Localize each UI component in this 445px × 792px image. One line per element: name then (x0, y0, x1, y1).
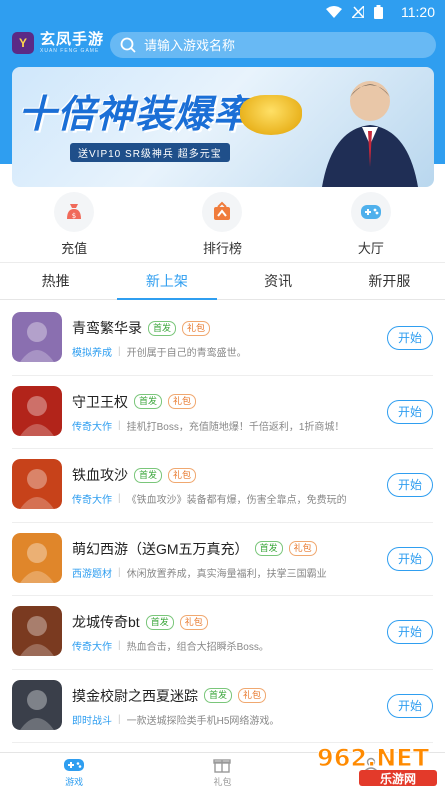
game-genre: 传奇大作 (72, 495, 112, 506)
game-name: 铁血攻沙 (72, 467, 128, 483)
start-button[interactable]: 开始 (387, 473, 433, 497)
first-release-tag: 首发 (148, 320, 177, 336)
game-icon (12, 606, 62, 656)
gift-pack-tag: 礼包 (179, 614, 208, 630)
game-description: 一款送城探险类手机H5网络游戏。 (126, 715, 280, 727)
first-release-tag: 首发 (134, 467, 163, 483)
tab-hot[interactable]: 热推 (0, 263, 111, 299)
tab-new-server[interactable]: 新开服 (334, 263, 445, 299)
status-icons (326, 5, 383, 19)
game-list-item[interactable]: 摸金校尉之西夏迷踪 首发 礼包即时战斗 | 一款送城探险类手机H5网络游戏。 开始 (12, 670, 433, 743)
search-input[interactable] (144, 37, 424, 53)
gift-pack-tag: 礼包 (168, 467, 197, 483)
brand-name: 玄凤手游 (40, 31, 105, 48)
nav-gifts[interactable]: 礼包 (148, 753, 296, 792)
quick-item-lobby[interactable]: 大厅 (297, 190, 445, 260)
quick-item-recharge[interactable]: $ 充值 (0, 190, 148, 260)
wifi-icon (326, 6, 342, 18)
game-genre: 传奇大作 (72, 421, 112, 433)
game-icon (12, 312, 62, 362)
site-watermark-logo: 962.NET 乐游网 (317, 744, 437, 786)
svg-text:$: $ (72, 212, 76, 220)
search-bar[interactable] (110, 32, 436, 58)
game-genre: 传奇大作 (72, 642, 112, 653)
game-list-item[interactable]: 铁血攻沙 首发 礼包传奇大作 | 《铁血攻沙》装备都有爆，伤害全靠点，免费玩的 开始 (12, 449, 433, 523)
game-name: 萌幻西游（送GM五万真充） (72, 540, 249, 557)
game-list-item[interactable]: 青鸾繁华录 首发 礼包模拟养成 | 开创属于自己的青鸾盛世。 开始 (12, 302, 433, 376)
ranking-icon (202, 192, 243, 232)
gamepad-icon (64, 759, 85, 771)
spokesperson-image (322, 81, 418, 187)
gamepad-icon (350, 192, 391, 232)
game-list-item[interactable]: 萌幻西游（送GM五万真充） 首发 礼包西游题材 | 休闲放置养成，真实海量福利，扶掌三国… (12, 523, 433, 596)
no-signal-icon (352, 6, 364, 18)
start-button[interactable]: 开始 (387, 620, 433, 644)
meta-divider: | (118, 346, 121, 357)
meta-divider: | (118, 713, 121, 725)
nav-games[interactable]: 游戏 (0, 753, 148, 792)
tab-new[interactable]: 新上架 (111, 263, 222, 300)
first-release-tag: 首发 (134, 394, 163, 409)
game-name: 摸金校尉之西夏迷踪 (72, 687, 198, 704)
battery-icon (374, 5, 383, 19)
start-button[interactable]: 开始 (387, 546, 433, 571)
category-tabs: 热推 新上架 资讯 新开服 (0, 262, 445, 300)
quick-label: 排行榜 (202, 241, 242, 256)
game-genre: 西游题材 (72, 568, 112, 580)
promo-banner[interactable]: 十倍神装爆率 送VIP10 SR级神兵 超多元宝 (12, 67, 434, 187)
game-icon (12, 385, 62, 436)
banner-title: 十倍神装爆率 (18, 91, 253, 136)
game-description: 热血合击，组合大招瞬杀Boss。 (126, 642, 269, 653)
meta-divider: | (118, 493, 121, 504)
game-list-item[interactable]: 守卫王权 首发 礼包传奇大作 | 挂机打Boss，充值随地爆！千倍返利，1折商城！ 开始 (12, 376, 433, 449)
quick-label: 大厅 (357, 241, 384, 256)
app-logo-icon: Y (12, 32, 34, 54)
watermark-subtext: 乐游网 (380, 771, 416, 786)
start-button[interactable]: 开始 (387, 326, 433, 350)
gift-pack-tag: 礼包 (168, 394, 197, 409)
game-description: 休闲放置养成，真实海量福利，扶掌三国霸业 (126, 568, 327, 580)
gift-pack-tag: 礼包 (182, 320, 211, 336)
gift-pack-tag: 礼包 (238, 688, 267, 703)
meta-divider: | (118, 640, 121, 651)
game-icon (12, 459, 62, 509)
start-button[interactable]: 开始 (387, 399, 433, 424)
game-genre: 模拟养成 (72, 348, 112, 359)
game-name: 青鸾繁华录 (72, 320, 142, 336)
game-description: 挂机打Boss，充值随地爆！千倍返利，1折商城！ (126, 421, 345, 433)
meta-divider: | (118, 566, 121, 578)
first-release-tag: 首发 (145, 614, 174, 630)
game-name: 龙城传奇bt (72, 614, 140, 630)
game-genre: 即时战斗 (72, 715, 112, 727)
start-button[interactable]: 开始 (387, 693, 433, 718)
game-list: 青鸾繁华录 首发 礼包 模拟养成 | 开创属于自己的青鸾盛世。 开始 守卫王权 首发 礼包 传奇大作… (0, 302, 445, 743)
banner-subtitle: 送VIP10 SR级神兵 超多元宝 (70, 143, 230, 162)
nav-label: 游戏 (65, 777, 84, 787)
game-description: 《铁血攻沙》装备都有爆，伤害全靠点，免费玩的 (126, 495, 347, 506)
status-bar: 11:20 (0, 0, 445, 24)
brand-sub: XUAN FENG GAME (40, 48, 100, 54)
brand-logo[interactable]: Y 玄凤手游 XUAN FENG GAME (12, 32, 104, 54)
game-icon (12, 679, 62, 730)
first-release-tag: 首发 (204, 688, 233, 703)
gift-pack-tag: 礼包 (288, 541, 317, 556)
quick-entries: $ 充值 排行榜 大厅 (0, 190, 445, 260)
tab-news[interactable]: 资讯 (223, 263, 334, 299)
status-time: 11:20 (401, 4, 435, 20)
gold-ingot-image (240, 95, 302, 135)
watermark-text: 962.NET (317, 744, 430, 772)
nav-label: 礼包 (213, 777, 232, 787)
gift-box-icon (213, 759, 232, 773)
game-icon (12, 532, 62, 583)
game-list-item[interactable]: 龙城传奇bt 首发 礼包传奇大作 | 热血合击，组合大招瞬杀Boss。 开始 (12, 596, 433, 670)
game-name: 守卫王权 (72, 393, 128, 410)
quick-item-ranking[interactable]: 排行榜 (148, 190, 296, 260)
meta-divider: | (118, 419, 121, 431)
quick-label: 充值 (61, 241, 88, 256)
search-icon (120, 37, 136, 53)
money-bag-icon: $ (54, 192, 95, 232)
first-release-tag: 首发 (254, 541, 283, 556)
game-description: 开创属于自己的青鸾盛世。 (126, 348, 247, 359)
